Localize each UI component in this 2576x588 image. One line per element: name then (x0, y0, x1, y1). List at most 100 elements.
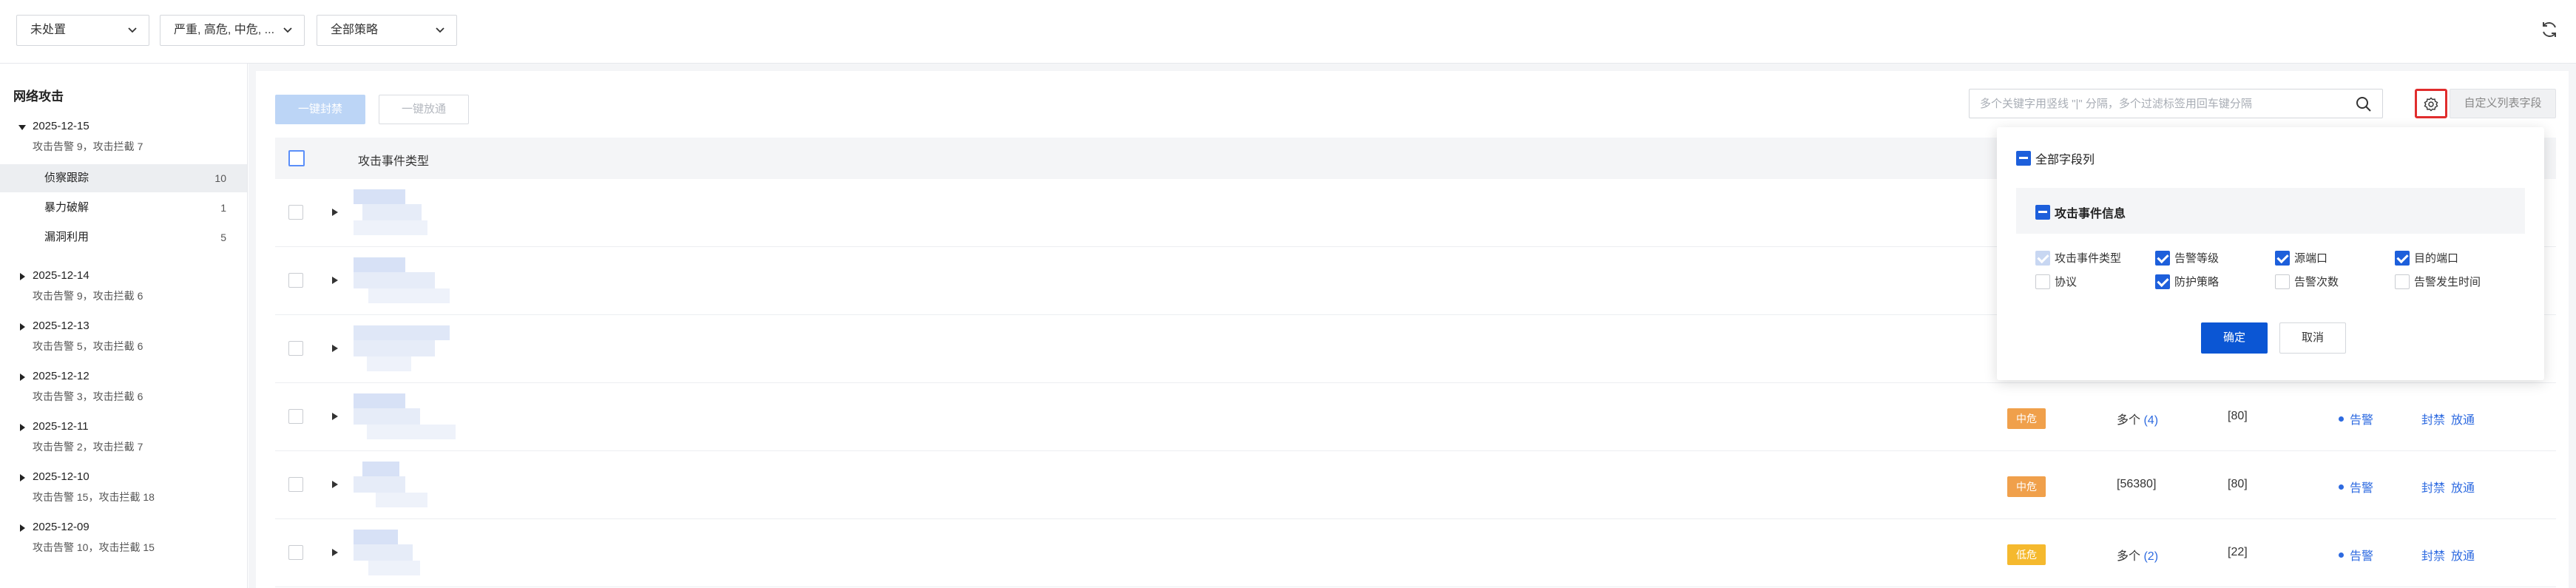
row-checkbox[interactable] (288, 409, 303, 424)
field-alert-count[interactable]: 告警次数 (2275, 274, 2339, 289)
source-port: 多个 (4) (2117, 410, 2158, 428)
policy-status: 告警 (2339, 410, 2373, 428)
caret-down-icon (18, 125, 26, 130)
chevron-down-icon (283, 27, 292, 33)
field-checkbox[interactable] (2155, 274, 2170, 289)
expand-row-icon[interactable] (331, 344, 339, 353)
allow-link[interactable]: 放通 (2451, 482, 2475, 495)
field-checkbox[interactable] (2275, 250, 2290, 266)
field-alert-time[interactable]: 告警发生时间 (2395, 274, 2481, 289)
row-actions: 封禁 放通 (2421, 546, 2481, 564)
field-checkbox[interactable] (2395, 274, 2410, 289)
row-checkbox[interactable] (288, 273, 303, 288)
field-label: 协议 (2055, 276, 2078, 288)
policy-status: 告警 (2339, 546, 2373, 564)
caret-right-icon (20, 524, 25, 532)
sidebar-item-count: 1 (220, 202, 226, 214)
source-port-value: 多个 (2117, 550, 2141, 563)
source-port-count-link[interactable]: (2) (2143, 550, 2158, 563)
source-port-value: 多个 (2117, 414, 2141, 427)
status-filter-select[interactable]: 未处置 (16, 15, 149, 46)
field-destination-port[interactable]: 目的端口 (2395, 250, 2458, 266)
row-checkbox[interactable] (288, 341, 303, 356)
row-actions: 封禁 放通 (2421, 410, 2481, 428)
cancel-button[interactable]: 取消 (2279, 322, 2346, 354)
sidebar-item-exploit[interactable]: 漏洞利用 5 (0, 223, 247, 251)
field-protocol[interactable]: 协议 (2035, 274, 2077, 289)
sidebar-item-recon[interactable]: 侦察跟踪 10 (0, 164, 247, 192)
field-label: 告警次数 (2294, 276, 2339, 288)
confirm-button[interactable]: 确定 (2201, 322, 2268, 354)
expand-row-icon[interactable] (331, 480, 339, 489)
date-summary: 攻击告警 15，攻击拦截 18 (33, 491, 155, 503)
chevron-down-icon (128, 27, 137, 33)
group-toggle[interactable]: 攻击事件信息 (2035, 203, 2126, 221)
redacted-content (354, 462, 464, 509)
field-checkbox[interactable] (2395, 250, 2410, 266)
expand-row-icon[interactable] (331, 208, 339, 217)
policy-label: 告警 (2350, 550, 2374, 563)
field-source-port[interactable]: 源端口 (2275, 250, 2327, 266)
source-port-count-link[interactable]: (4) (2143, 414, 2158, 427)
table-row[interactable]: 中危 多个 (4) [80] 告警 封禁 放通 (275, 383, 2556, 451)
all-columns-toggle[interactable]: 全部字段列 (2016, 149, 2095, 167)
severity-tag: 中危 (2007, 408, 2046, 429)
date-summary: 攻击告警 5，攻击拦截 6 (33, 340, 143, 352)
field-protection-policy[interactable]: 防护策略 (2155, 274, 2219, 289)
refresh-icon[interactable] (2539, 19, 2560, 40)
search-icon[interactable] (2356, 96, 2372, 112)
destination-port: [22] (2228, 546, 2248, 558)
policy-filter-value: 全部策略 (331, 24, 379, 36)
expand-row-icon[interactable] (331, 412, 339, 421)
column-settings-popover: 全部字段列 攻击事件信息 攻击事件类型 告警等级 源端口 目的端口 协议 防护策… (1997, 127, 2544, 380)
row-checkbox[interactable] (288, 205, 303, 220)
table-row[interactable]: 中危 [56380] [80] 告警 封禁 放通 (275, 451, 2556, 519)
sidebar-item-label: 漏洞利用 (44, 231, 89, 243)
field-checkbox[interactable] (2035, 274, 2050, 289)
block-all-button[interactable]: 一键封禁 (275, 95, 365, 124)
caret-right-icon (20, 474, 25, 481)
search-input[interactable] (1970, 89, 2339, 118)
caret-right-icon (20, 424, 25, 431)
policy-label: 告警 (2350, 482, 2374, 495)
field-group-header: 攻击事件信息 (2016, 188, 2525, 234)
column-header-attack-type[interactable]: 攻击事件类型 (358, 151, 429, 169)
field-label: 告警等级 (2174, 252, 2220, 265)
custom-columns-button[interactable]: 自定义列表字段 (2450, 89, 2556, 118)
column-settings-button[interactable] (2415, 89, 2447, 118)
allow-all-button[interactable]: 一键放通 (379, 95, 469, 124)
sidebar-item-label: 暴力破解 (44, 201, 89, 214)
row-checkbox[interactable] (288, 477, 303, 492)
severity-filter-value: 严重, 高危, 中危, ... (174, 24, 275, 36)
expand-row-icon[interactable] (331, 548, 339, 557)
field-alert-level[interactable]: 告警等级 (2155, 250, 2219, 266)
date-label: 2025-12-09 (33, 521, 89, 533)
date-label: 2025-12-13 (33, 320, 89, 332)
indeterminate-checkbox[interactable] (2016, 151, 2031, 166)
date-summary: 攻击告警 2，攻击拦截 7 (33, 441, 143, 453)
row-checkbox[interactable] (288, 545, 303, 560)
expand-row-icon[interactable] (331, 276, 339, 285)
block-link[interactable]: 封禁 (2421, 550, 2445, 563)
block-link[interactable]: 封禁 (2421, 482, 2445, 495)
allow-link[interactable]: 放通 (2451, 550, 2475, 563)
field-label: 目的端口 (2414, 252, 2459, 265)
field-label: 攻击事件类型 (2055, 252, 2122, 265)
search-box (1969, 89, 2383, 118)
policy-filter-select[interactable]: 全部策略 (317, 15, 457, 46)
date-summary: 攻击告警 10，攻击拦截 15 (33, 541, 155, 553)
select-all-checkbox[interactable] (288, 150, 305, 166)
severity-filter-select[interactable]: 严重, 高危, 中危, ... (160, 15, 305, 46)
row-actions: 封禁 放通 (2421, 478, 2481, 496)
field-checkbox[interactable] (2275, 274, 2290, 289)
sidebar-item-bruteforce[interactable]: 暴力破解 1 (0, 194, 247, 222)
table-row[interactable]: 低危 多个 (2) [22] 告警 封禁 放通 (275, 519, 2556, 587)
block-link[interactable]: 封禁 (2421, 414, 2445, 427)
date-summary: 攻击告警 9，攻击拦截 7 (33, 141, 143, 152)
date-label: 2025-12-12 (33, 370, 89, 382)
status-dot-icon (2339, 416, 2344, 422)
field-checkbox[interactable] (2155, 250, 2170, 266)
allow-link[interactable]: 放通 (2451, 414, 2475, 427)
sidebar: 网络攻击 2025-12-15 攻击告警 9，攻击拦截 7 侦察跟踪 10 暴力… (0, 64, 248, 588)
indeterminate-checkbox[interactable] (2035, 205, 2050, 220)
